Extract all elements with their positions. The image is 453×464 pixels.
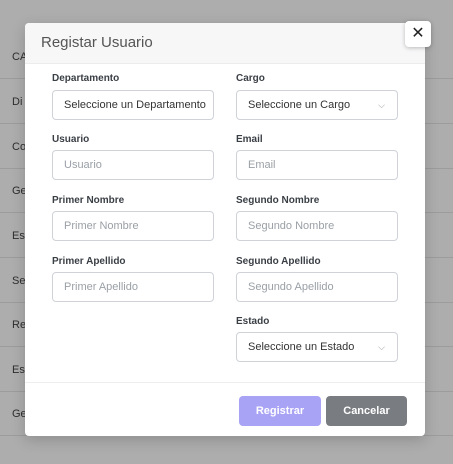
cargo-select[interactable]: Seleccione un Cargo ⌵ — [236, 90, 398, 120]
segundo-nombre-input[interactable]: Segundo Nombre — [236, 211, 398, 241]
segundo-nombre-label: Segundo Nombre — [236, 195, 320, 206]
primer-nombre-input[interactable]: Primer Nombre — [52, 211, 214, 241]
estado-select-value: Seleccione un Estado — [248, 341, 355, 353]
departamento-label: Departamento — [52, 73, 120, 84]
usuario-label: Usuario — [52, 134, 90, 145]
cargo-select-value: Seleccione un Cargo — [248, 99, 351, 111]
usuario-input[interactable]: Usuario — [52, 150, 214, 180]
chevron-down-icon: ⌵ — [378, 342, 385, 352]
segundo-apellido-label: Segundo Apellido — [236, 256, 321, 267]
modal-header: Registar Usuario — [25, 23, 425, 64]
footer-divider — [25, 382, 425, 383]
close-icon[interactable]: ✕ — [405, 21, 431, 47]
chevron-down-icon: ⌵ — [378, 100, 385, 110]
primer-nombre-label: Primer Nombre — [52, 195, 125, 206]
cargo-label: Cargo — [236, 73, 265, 84]
estado-select[interactable]: Seleccione un Estado ⌵ — [236, 332, 398, 362]
primer-apellido-input[interactable]: Primer Apellido — [52, 272, 214, 302]
departamento-select-value: Seleccione un Departamento — [64, 99, 206, 111]
cancel-button[interactable]: Cancelar — [326, 396, 407, 426]
register-user-modal: Registar Usuario ✕ Departamento Seleccio… — [25, 21, 431, 436]
register-button[interactable]: Registrar — [239, 396, 321, 426]
email-label: Email — [236, 134, 263, 145]
segundo-apellido-input[interactable]: Segundo Apellido — [236, 272, 398, 302]
email-input[interactable]: Email — [236, 150, 398, 180]
estado-label: Estado — [236, 316, 270, 327]
modal-title: Registar Usuario — [41, 34, 153, 51]
departamento-select[interactable]: Seleccione un Departamento — [52, 90, 214, 120]
primer-apellido-label: Primer Apellido — [52, 256, 126, 267]
